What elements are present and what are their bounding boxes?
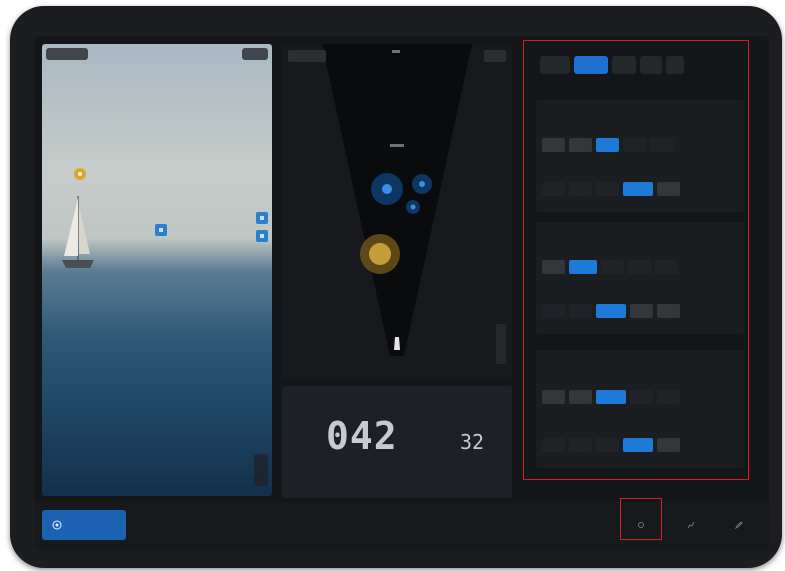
target-icon (52, 520, 62, 530)
camera-feed[interactable] (42, 44, 272, 496)
camera-side-control[interactable] (254, 454, 268, 486)
speed-value: 32 (460, 430, 485, 454)
primary-action-button[interactable] (42, 510, 126, 540)
nav-readout: 042 32 (282, 386, 512, 498)
bottom-icon-button[interactable] (674, 512, 708, 540)
chart-icon (687, 521, 695, 528)
heading-value: 042 (326, 414, 398, 458)
radar-zoom-control[interactable] (496, 324, 506, 364)
target-marker[interactable] (155, 224, 167, 236)
target-marker[interactable] (256, 230, 268, 242)
radar-canvas (322, 44, 472, 356)
bottom-icon-button[interactable] (722, 512, 756, 540)
camera-mode-chip[interactable] (46, 48, 88, 60)
own-ship-icon (394, 337, 400, 350)
radar-view[interactable] (282, 44, 512, 379)
camera-zoom-chip[interactable] (242, 48, 268, 60)
edit-icon (735, 520, 743, 529)
button-highlight-box (620, 498, 662, 540)
target-marker[interactable] (256, 212, 268, 224)
radar-mode-chip[interactable] (484, 50, 506, 62)
tracked-target-marker[interactable] (74, 168, 86, 180)
radar-range-chip[interactable] (288, 50, 326, 62)
settings-highlight-box (523, 40, 749, 480)
sailboat-image (62, 196, 94, 268)
